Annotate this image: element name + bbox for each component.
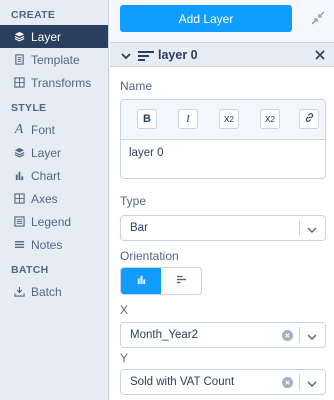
clear-icon[interactable] xyxy=(282,330,293,341)
layer-lines-icon xyxy=(138,49,154,61)
sidebar-item-layer[interactable]: Layer xyxy=(0,25,108,48)
chevron-down-icon[interactable] xyxy=(306,377,318,389)
sidebar-item-label: Axes xyxy=(31,191,58,206)
section-title-create: CREATE xyxy=(11,9,56,21)
sidebar-item-label: Font xyxy=(31,122,56,137)
orientation-vertical-button[interactable] xyxy=(121,268,161,294)
orientation-toggle xyxy=(120,267,202,295)
name-editor[interactable]: B I x2 x2 layer 0 xyxy=(120,99,326,179)
collapse-icon[interactable] xyxy=(310,10,326,26)
editor-toolbar: B I x2 x2 xyxy=(121,100,325,140)
y-select[interactable]: Sold with VAT Count xyxy=(120,369,326,395)
type-select[interactable]: Bar xyxy=(120,215,326,241)
x-value: Month_Year2 xyxy=(130,329,198,341)
chevron-down-icon[interactable] xyxy=(306,330,318,342)
sidebar-item-legend[interactable]: Legend xyxy=(0,210,108,233)
panel-title: layer 0 xyxy=(158,47,198,62)
sidebar-item-label: Layer xyxy=(31,29,62,44)
sidebar-item-label: Legend xyxy=(31,214,72,229)
chevron-down-icon[interactable] xyxy=(120,49,132,61)
superscript-button[interactable]: x2 xyxy=(260,109,280,129)
italic-button[interactable]: I xyxy=(178,109,198,129)
subscript-button[interactable]: x2 xyxy=(219,109,239,129)
sidebar: CREATE Layer Template Transforms STYLE A… xyxy=(0,0,109,400)
layer-panel: layer 0 Name B I x2 x2 layer 0 Type Bar … xyxy=(110,42,334,400)
x-select[interactable]: Month_Year2 xyxy=(120,322,326,348)
orientation-label: Orientation xyxy=(120,249,179,263)
sidebar-item-notes[interactable]: Notes xyxy=(0,233,108,256)
link-icon xyxy=(304,112,315,126)
legend-icon xyxy=(12,215,26,229)
subscript-digit: 2 xyxy=(229,114,234,124)
font-icon: A xyxy=(14,121,24,137)
sidebar-item-axes[interactable]: Axes xyxy=(0,187,108,210)
select-divider xyxy=(299,374,300,390)
grid-icon xyxy=(12,192,26,206)
link-button[interactable] xyxy=(299,109,319,129)
type-value: Bar xyxy=(130,222,148,234)
layers-icon xyxy=(12,146,26,160)
sidebar-item-label: Layer xyxy=(31,145,62,160)
superscript-digit: 2 xyxy=(270,114,275,124)
sidebar-item-chart[interactable]: Chart xyxy=(0,164,108,187)
sidebar-item-style-layer[interactable]: Layer xyxy=(0,141,108,164)
vertical-bars-icon xyxy=(136,272,147,290)
sidebar-item-template[interactable]: Template xyxy=(0,48,108,71)
sidebar-item-label: Batch xyxy=(31,284,62,299)
select-divider xyxy=(299,220,300,236)
select-divider xyxy=(299,327,300,343)
sidebar-item-batch[interactable]: Batch xyxy=(0,280,108,303)
sidebar-item-label: Template xyxy=(31,52,80,67)
add-layer-button[interactable]: Add Layer xyxy=(120,5,292,32)
sidebar-item-label: Notes xyxy=(31,237,63,252)
orientation-horizontal-button[interactable] xyxy=(161,268,201,294)
panel-header[interactable]: layer 0 xyxy=(110,43,334,67)
document-icon xyxy=(12,53,26,67)
name-text[interactable]: layer 0 xyxy=(129,147,164,159)
grid-icon xyxy=(12,76,26,90)
sidebar-item-label: Chart xyxy=(31,168,61,183)
sidebar-item-font[interactable]: A Font xyxy=(0,118,108,141)
layers-icon xyxy=(12,30,26,44)
name-label: Name xyxy=(120,79,153,93)
clear-icon[interactable] xyxy=(282,377,293,388)
type-label: Type xyxy=(120,194,147,208)
y-label: Y xyxy=(120,351,129,365)
bold-button[interactable]: B xyxy=(137,109,157,129)
sidebar-item-transforms[interactable]: Transforms xyxy=(0,71,108,94)
batch-icon xyxy=(12,285,26,299)
y-value: Sold with VAT Count xyxy=(130,376,235,388)
chevron-down-icon[interactable] xyxy=(306,223,318,235)
bar-chart-icon xyxy=(12,169,26,183)
close-icon[interactable] xyxy=(314,48,326,60)
horizontal-bars-icon xyxy=(176,272,187,290)
sidebar-item-label: Transforms xyxy=(31,75,92,90)
section-title-batch: BATCH xyxy=(11,264,49,276)
section-title-style: STYLE xyxy=(11,102,47,114)
x-label: X xyxy=(120,303,129,317)
notes-icon xyxy=(12,238,26,252)
